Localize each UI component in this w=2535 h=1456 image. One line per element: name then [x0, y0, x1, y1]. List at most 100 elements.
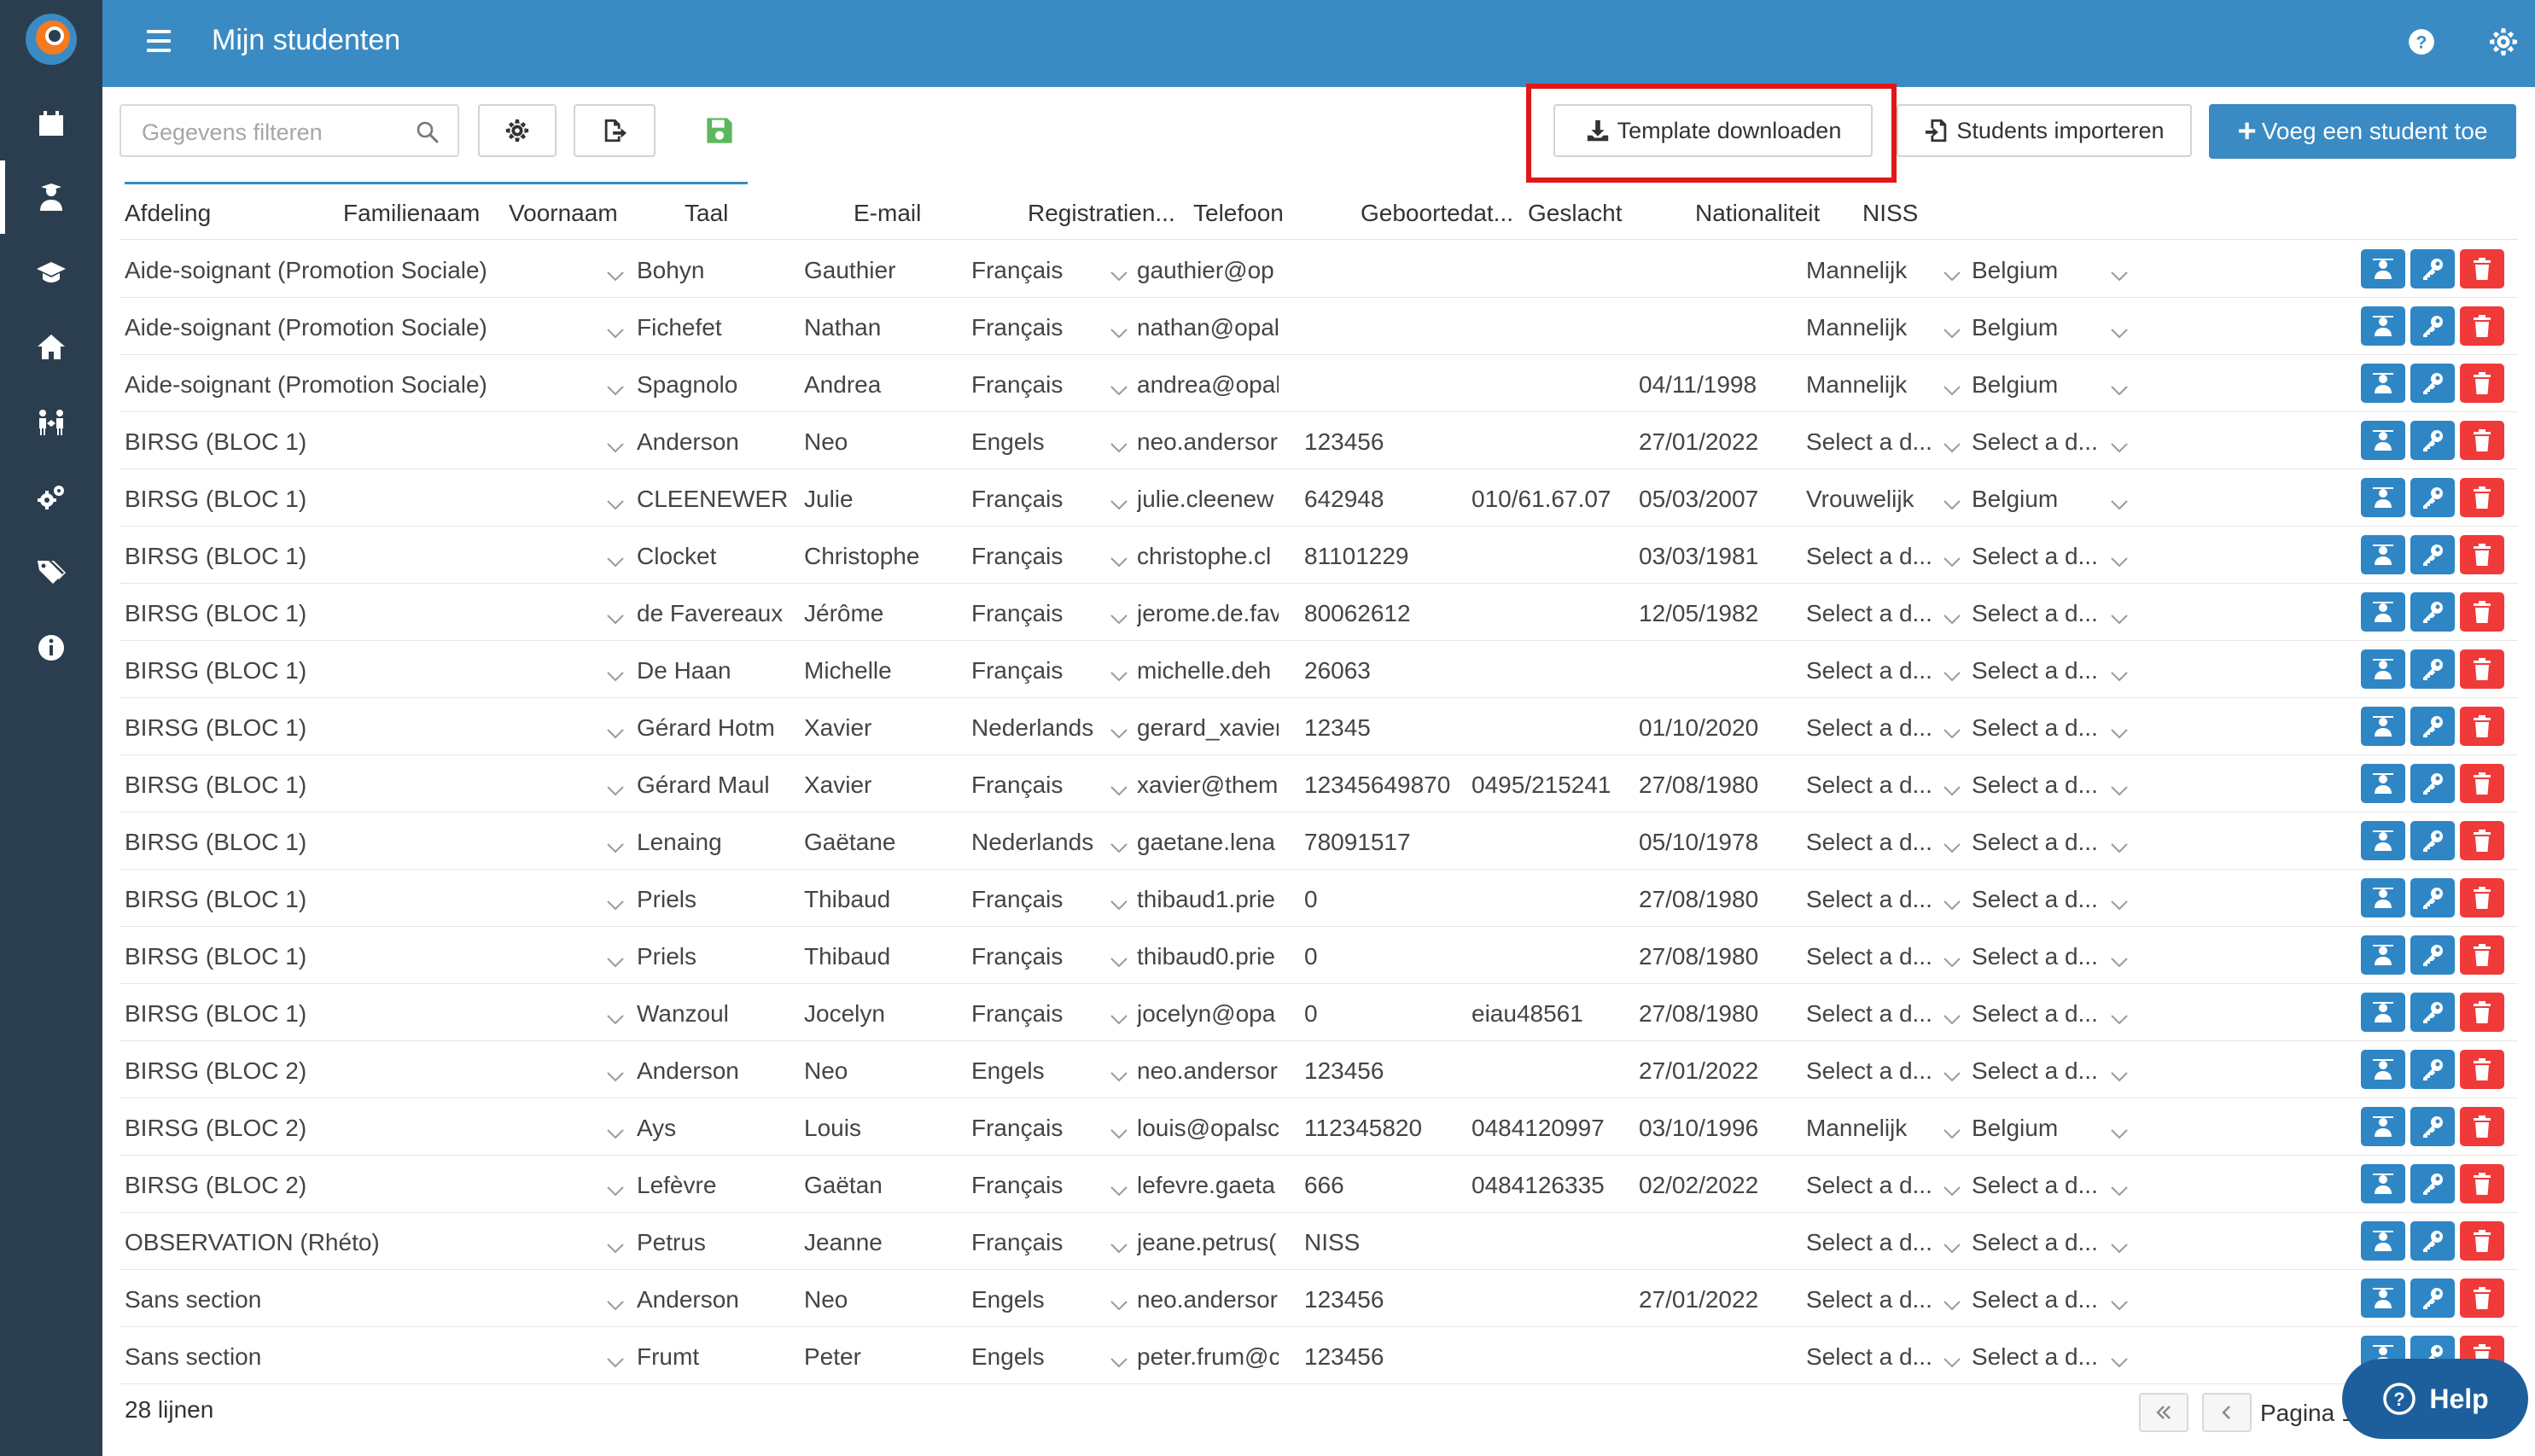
cell-afdeling[interactable]: BIRSG (BLOC 1): [125, 927, 603, 983]
delete-student-button[interactable]: [2460, 249, 2504, 288]
cell-geslacht[interactable]: Select a d...: [1806, 584, 1934, 640]
cell-nationaliteit[interactable]: Select a d...: [1972, 1041, 2108, 1098]
cell-nationaliteit[interactable]: Select a d...: [1972, 927, 2108, 983]
chevron-down-icon[interactable]: [2110, 1176, 2129, 1197]
cell-nationaliteit[interactable]: Select a d...: [1972, 984, 2108, 1040]
cell-afdeling[interactable]: Aide-soignant (Promotion Sociale): [125, 298, 603, 354]
chevron-down-icon[interactable]: [606, 1119, 625, 1139]
edit-student-button[interactable]: [2361, 1278, 2405, 1318]
delete-student-button[interactable]: [2460, 1278, 2504, 1318]
cell-taal[interactable]: Français: [971, 1213, 1108, 1269]
chevron-down-icon[interactable]: [606, 1290, 625, 1311]
table-row[interactable]: BIRSG (BLOC 1) Priels Thibaud Français thiba…: [119, 870, 2518, 927]
reset-password-button[interactable]: [2410, 993, 2455, 1032]
cell-taal[interactable]: Nederlands: [971, 698, 1108, 754]
table-settings-button[interactable]: [478, 104, 557, 157]
cell-afdeling[interactable]: Aide-soignant (Promotion Sociale): [125, 241, 603, 297]
students-import-button[interactable]: Students importeren: [1897, 104, 2192, 157]
cell-nationaliteit[interactable]: Belgium: [1972, 241, 2108, 297]
cell-nationaliteit[interactable]: Select a d...: [1972, 870, 2108, 926]
cell-afdeling[interactable]: Sans section: [125, 1327, 603, 1383]
chevron-down-icon[interactable]: [1110, 1062, 1128, 1082]
table-row[interactable]: Aide-soignant (Promotion Sociale) Spagnol…: [119, 355, 2518, 412]
column-header[interactable]: Familienaam: [343, 191, 505, 241]
chevron-down-icon[interactable]: [1943, 547, 1961, 568]
cell-afdeling[interactable]: BIRSG (BLOC 1): [125, 984, 603, 1040]
chevron-down-icon[interactable]: [1943, 318, 1961, 339]
reset-password-button[interactable]: [2410, 1050, 2455, 1089]
cell-geslacht[interactable]: Vrouwelijk: [1806, 469, 1934, 526]
chevron-down-icon[interactable]: [1943, 661, 1961, 682]
cell-nationaliteit[interactable]: Select a d...: [1972, 527, 2108, 583]
cell-taal[interactable]: Engels: [971, 412, 1108, 469]
chevron-down-icon[interactable]: [2110, 890, 2129, 911]
chevron-down-icon[interactable]: [606, 490, 625, 510]
chevron-down-icon[interactable]: [2110, 947, 2129, 968]
column-header[interactable]: Geboortedat...: [1361, 191, 1519, 241]
cell-taal[interactable]: Français: [971, 355, 1108, 411]
chevron-down-icon[interactable]: [606, 433, 625, 453]
chevron-down-icon[interactable]: [606, 833, 625, 853]
delete-student-button[interactable]: [2460, 993, 2504, 1032]
chevron-down-icon[interactable]: [1110, 547, 1128, 568]
chevron-down-icon[interactable]: [2110, 490, 2129, 510]
cell-afdeling[interactable]: BIRSG (BLOC 1): [125, 870, 603, 926]
delete-student-button[interactable]: [2460, 707, 2504, 746]
chevron-down-icon[interactable]: [2110, 833, 2129, 853]
cell-geslacht[interactable]: Select a d...: [1806, 1213, 1934, 1269]
edit-student-button[interactable]: [2361, 478, 2405, 517]
chevron-down-icon[interactable]: [1943, 776, 1961, 796]
chevron-down-icon[interactable]: [2110, 604, 2129, 625]
sidebar-item-tags[interactable]: [0, 536, 102, 609]
first-page-button[interactable]: [2139, 1393, 2188, 1432]
chevron-down-icon[interactable]: [2110, 318, 2129, 339]
table-row[interactable]: BIRSG (BLOC 1) De Haan Michelle Français mic…: [119, 641, 2518, 698]
chevron-down-icon[interactable]: [1943, 604, 1961, 625]
edit-student-button[interactable]: [2361, 878, 2405, 917]
table-row[interactable]: BIRSG (BLOC 1) Lenaing Gaëtane Nederlands ga…: [119, 812, 2518, 870]
delete-student-button[interactable]: [2460, 1050, 2504, 1089]
chevron-down-icon[interactable]: [1943, 833, 1961, 853]
chevron-down-icon[interactable]: [606, 947, 625, 968]
cell-geslacht[interactable]: Mannelijk: [1806, 1098, 1934, 1155]
cell-nationaliteit[interactable]: Select a d...: [1972, 1156, 2108, 1212]
edit-student-button[interactable]: [2361, 535, 2405, 574]
column-header[interactable]: E-mail: [854, 191, 1024, 241]
chevron-down-icon[interactable]: [1110, 1290, 1128, 1311]
cell-geslacht[interactable]: Select a d...: [1806, 698, 1934, 754]
cell-nationaliteit[interactable]: Select a d...: [1972, 698, 2108, 754]
cell-nationaliteit[interactable]: Select a d...: [1972, 812, 2108, 869]
cell-nationaliteit[interactable]: Select a d...: [1972, 1270, 2108, 1326]
cell-taal[interactable]: Français: [971, 527, 1108, 583]
chevron-down-icon[interactable]: [1110, 890, 1128, 911]
delete-student-button[interactable]: [2460, 364, 2504, 403]
reset-password-button[interactable]: [2410, 1164, 2455, 1203]
chevron-down-icon[interactable]: [1110, 833, 1128, 853]
cell-afdeling[interactable]: BIRSG (BLOC 1): [125, 812, 603, 869]
chevron-down-icon[interactable]: [606, 776, 625, 796]
chevron-down-icon[interactable]: [1943, 1348, 1961, 1368]
cell-nationaliteit[interactable]: Belgium: [1972, 355, 2108, 411]
chevron-down-icon[interactable]: [606, 719, 625, 739]
chevron-down-icon[interactable]: [1943, 261, 1961, 282]
cell-taal[interactable]: Français: [971, 984, 1108, 1040]
sidebar-item-student[interactable]: [0, 160, 102, 234]
chevron-down-icon[interactable]: [606, 661, 625, 682]
cell-nationaliteit[interactable]: Select a d...: [1972, 1327, 2108, 1383]
cell-geslacht[interactable]: Select a d...: [1806, 527, 1934, 583]
chevron-down-icon[interactable]: [1943, 1119, 1961, 1139]
sidebar-item-info[interactable]: [0, 611, 102, 684]
chevron-down-icon[interactable]: [1110, 661, 1128, 682]
table-row[interactable]: BIRSG (BLOC 1) Anderson Neo Engels neo.ander…: [119, 412, 2518, 469]
delete-student-button[interactable]: [2460, 935, 2504, 975]
chevron-down-icon[interactable]: [2110, 433, 2129, 453]
chevron-down-icon[interactable]: [606, 890, 625, 911]
edit-student-button[interactable]: [2361, 993, 2405, 1032]
column-header[interactable]: NISS: [1862, 191, 1965, 241]
edit-student-button[interactable]: [2361, 1221, 2405, 1261]
chevron-down-icon[interactable]: [2110, 1290, 2129, 1311]
cell-nationaliteit[interactable]: Select a d...: [1972, 641, 2108, 697]
chevron-down-icon[interactable]: [606, 318, 625, 339]
delete-student-button[interactable]: [2460, 478, 2504, 517]
cell-nationaliteit[interactable]: Select a d...: [1972, 755, 2108, 812]
